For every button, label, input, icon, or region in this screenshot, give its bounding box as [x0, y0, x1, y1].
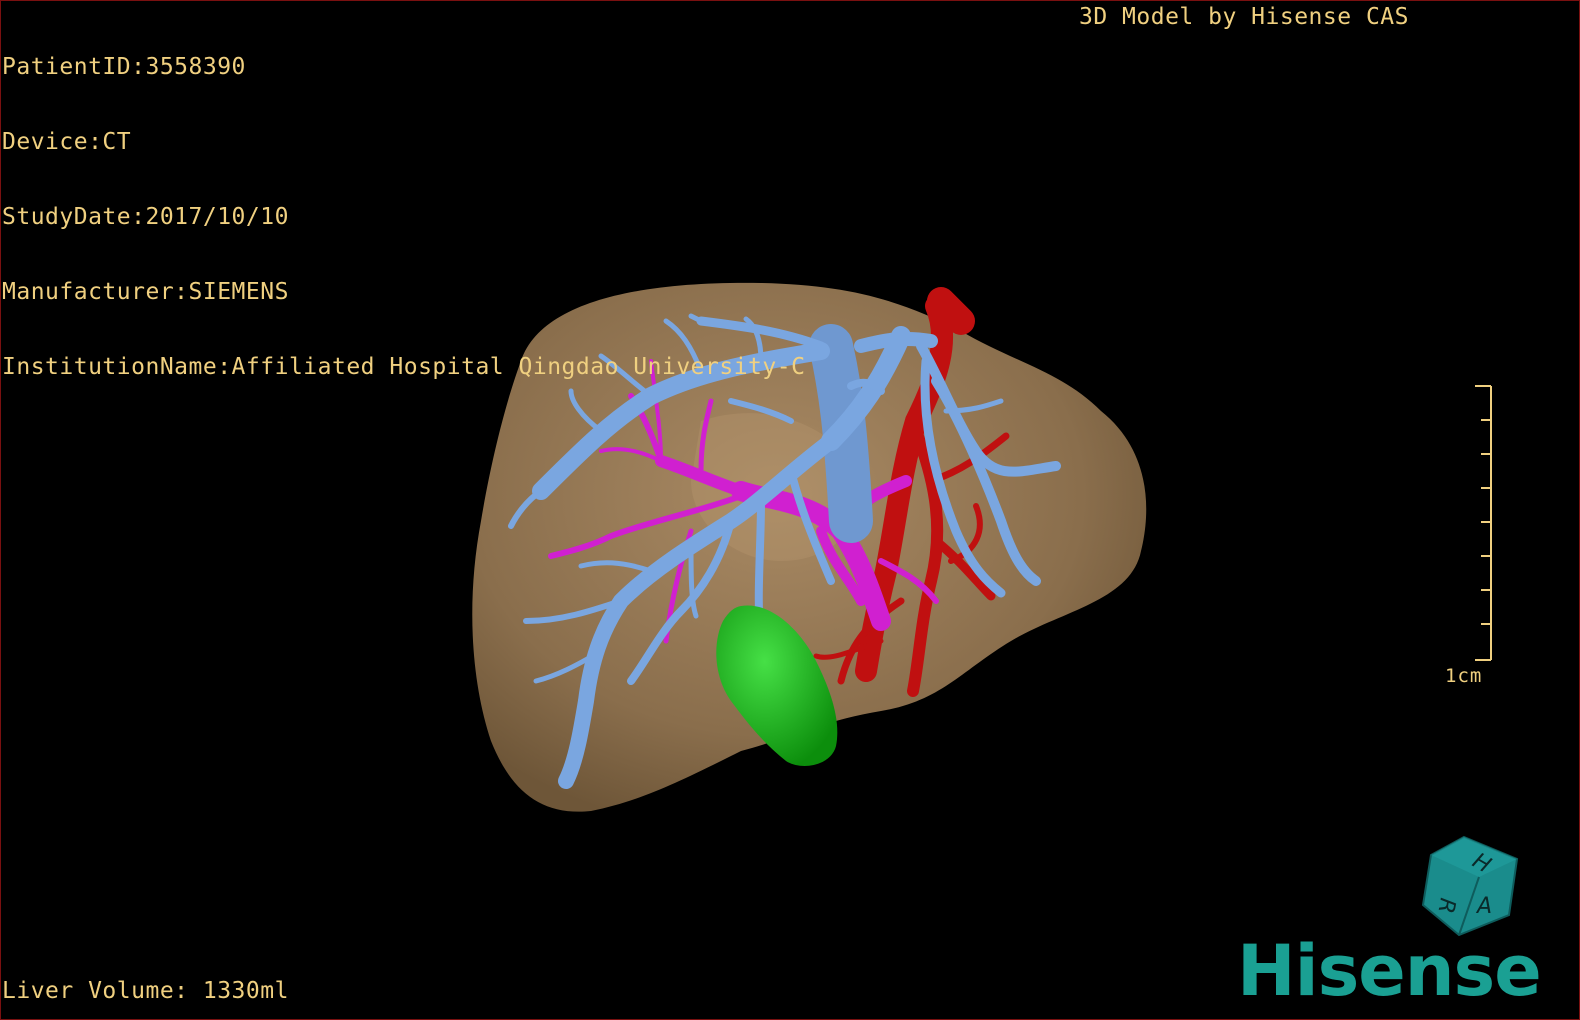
cube-label-a: A	[1475, 894, 1492, 919]
patient-id: PatientID:3558390	[2, 54, 246, 80]
manufacturer: Manufacturer:SIEMENS	[2, 279, 289, 305]
scale-label: 1cm	[1445, 665, 1483, 687]
patient-info-overlay: PatientID:3558390 Device:CT StudyDate:20…	[2, 5, 805, 430]
study-date: StudyDate:2017/10/10	[2, 204, 289, 230]
model-watermark: 3D Model by Hisense CAS	[1079, 4, 1409, 30]
liver-volume-readout: Liver Volume: 1330ml	[2, 978, 289, 1004]
scale-bar	[1475, 385, 1492, 661]
device: Device:CT	[2, 129, 132, 155]
3d-viewport[interactable]: PatientID:3558390 Device:CT StudyDate:20…	[0, 0, 1580, 1020]
institution-name: InstitutionName:Affiliated Hospital Qing…	[2, 354, 806, 380]
orientation-cube[interactable]: H R A	[1419, 831, 1529, 941]
hisense-logo: Hisense	[1237, 930, 1542, 1012]
